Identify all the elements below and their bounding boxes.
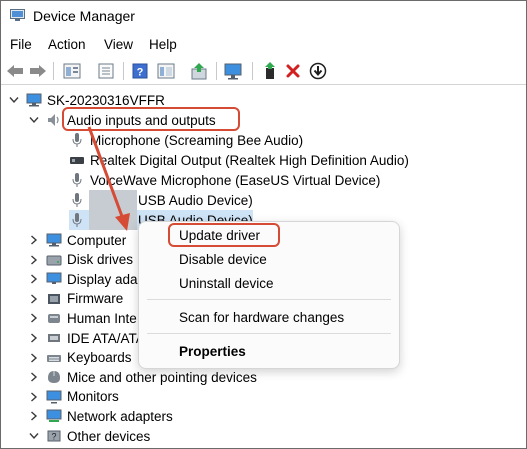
category-label: IDE ATA/ATA [67,330,145,346]
list-view-icon[interactable] [95,61,117,81]
firmware-icon [48,293,60,304]
menu-help[interactable]: Help [149,37,177,52]
category-label: Monitors [67,389,119,405]
monitors-expand-chevron-icon[interactable] [28,391,40,403]
keyboards-expand-chevron-icon[interactable] [28,352,40,364]
computer-expand-chevron-icon[interactable] [28,234,40,246]
forward-icon[interactable] [27,61,49,81]
tree-item-monitors[interactable]: Monitors [46,387,119,407]
tree-item-network-adapters[interactable]: Network adapters [46,406,173,426]
properties-icon[interactable] [61,61,83,81]
root-label: SK-20230316VFFR [47,92,165,108]
display-adapters-expand-chevron-icon[interactable] [28,273,40,285]
context-menu-properties[interactable]: Properties [179,344,246,359]
update-driver-icon[interactable] [188,61,210,81]
annotation-highlight-update-driver [168,223,280,247]
context-menu-scan-hardware[interactable]: Scan for hardware changes [179,310,344,325]
tree-item-other-devices[interactable]: ? Other devices [46,426,150,446]
category-label: Mice and other pointing devices [67,369,257,385]
display-adapter-icon [46,272,62,285]
tree-item-ide-ata-atapi[interactable]: IDE ATA/ATA [46,328,145,348]
ide-controller-icon [48,334,60,342]
svg-text:?: ? [51,432,56,442]
category-label: Other devices [67,428,151,444]
hid-icon [48,314,60,324]
mouse-icon [48,371,60,384]
mice-expand-chevron-icon[interactable] [28,371,40,383]
context-menu-separator [147,299,391,300]
disable-icon[interactable] [307,61,329,81]
category-label: Firmware [67,291,124,307]
human-interface-devices-expand-chevron-icon[interactable] [28,312,40,324]
firmware-expand-chevron-icon[interactable] [28,293,40,305]
tree-item-display-adapters[interactable]: Display ada [46,269,138,289]
enable-device-icon[interactable] [259,61,281,81]
context-menu-uninstall-device[interactable]: Uninstall device [179,276,274,291]
tree-item-human-interface-devices[interactable]: Human Inte [46,308,137,328]
computer-icon [46,233,62,247]
other-devices-expand-chevron-icon[interactable] [28,430,40,442]
tree-item-disk-drives[interactable]: Disk drives [46,250,133,270]
speaker-icon [48,114,59,126]
window-title: Device Manager [33,8,135,24]
tree-view-icon[interactable] [155,61,177,81]
network-adapter-icon [46,409,62,423]
context-menu: Update driver Disable device Uninstall d… [138,221,400,369]
category-label: Network adapters [67,408,173,424]
disk-drive-icon [46,255,62,266]
network-adapters-expand-chevron-icon[interactable] [28,410,40,422]
disk-drives-expand-chevron-icon[interactable] [28,254,40,266]
root-expand-chevron-icon[interactable] [8,94,20,106]
menu-view[interactable]: View [104,37,133,52]
tree-item-firmware[interactable]: Firmware [46,289,123,309]
category-label: Disk drives [67,252,134,268]
svg-text:?: ? [137,67,144,79]
help-icon[interactable]: ? [129,61,151,81]
category-label: Human Inte [67,310,137,326]
device-label: USB Audio Device) [138,192,253,208]
annotation-arrow [87,126,130,231]
computer-icon [26,93,42,107]
category-label: Keyboards [67,350,132,366]
tree-item-keyboards[interactable]: Keyboards [46,348,132,368]
monitor-icon [46,390,62,404]
context-menu-separator [147,333,391,334]
device-manager-window: Device Manager File Action View Help ? S… [0,0,527,449]
device-manager-app-icon [10,9,25,21]
back-icon[interactable] [4,61,26,81]
monitor-icon[interactable] [222,61,244,81]
unknown-device-icon: ? [47,430,61,442]
audio-expand-chevron-icon[interactable] [28,114,40,126]
category-label: Display ada [67,271,138,287]
toolbar: ? [1,58,526,85]
tree-item-mice[interactable]: Mice and other pointing devices [46,367,257,387]
title-bar: Device Manager [1,1,526,33]
context-menu-disable-device[interactable]: Disable device [179,252,267,267]
menu-action[interactable]: Action [48,37,86,52]
uninstall-icon[interactable] [282,61,304,81]
menu-bar: File Action View Help [1,35,526,55]
ide-ata-atapi-expand-chevron-icon[interactable] [28,332,40,344]
menu-file[interactable]: File [10,37,32,52]
keyboard-icon [47,354,61,362]
